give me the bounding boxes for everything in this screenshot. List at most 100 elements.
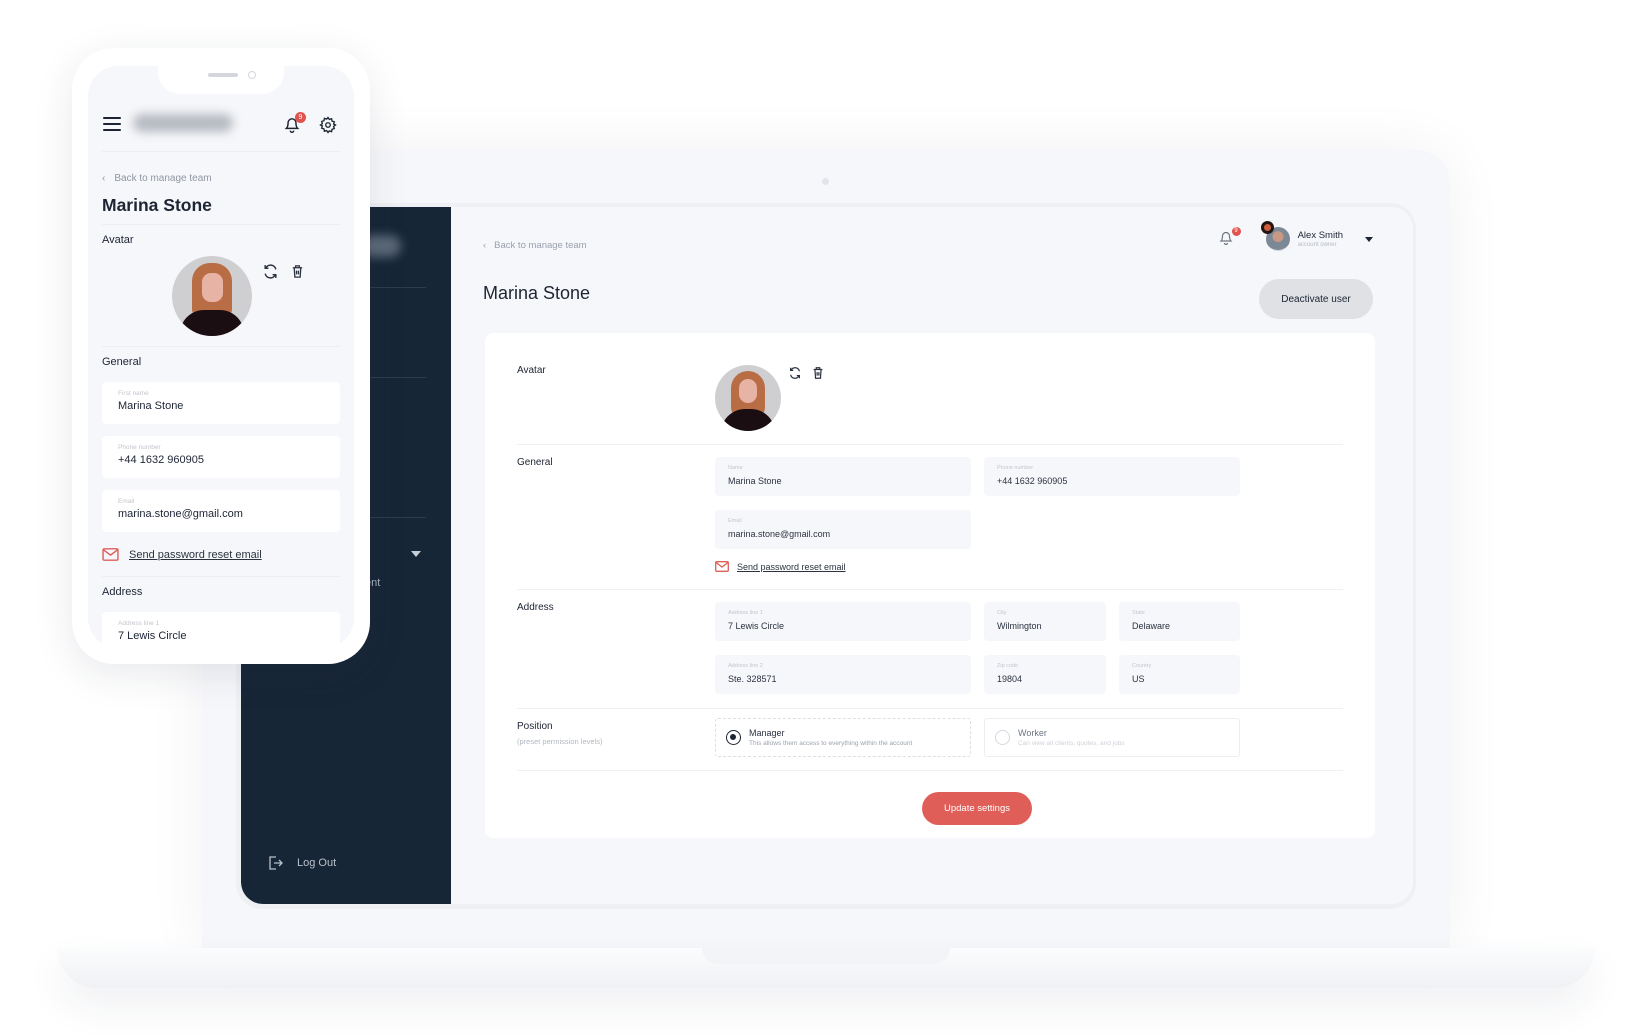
address-line2-field[interactable]: Address line 2 Ste. 328571 <box>715 655 971 694</box>
mail-icon <box>715 561 729 572</box>
chevron-down-icon[interactable] <box>411 551 421 557</box>
option-description: Can view all clients, quotes, and jobs <box>1018 740 1125 747</box>
field-label: Email <box>118 498 135 505</box>
field-value: marina.stone@gmail.com <box>728 529 831 539</box>
option-title: Manager <box>749 728 785 738</box>
mobile-section-avatar: Avatar <box>102 234 134 246</box>
section-position-label: Position <box>517 721 553 732</box>
refresh-icon <box>790 367 800 379</box>
country-field[interactable]: Country US <box>1119 655 1240 694</box>
field-label: First name <box>118 390 149 397</box>
mobile-send-password-reset-link[interactable]: Send password reset email <box>102 548 262 561</box>
update-settings-button[interactable]: Update settings <box>922 792 1032 825</box>
phone-frame: 9 ‹ Back to manage team Marina Stone Ava… <box>72 48 370 664</box>
notification-badge: 9 <box>295 112 306 123</box>
reset-link-label: Send password reset email <box>129 548 262 561</box>
back-link[interactable]: ‹ Back to manage team <box>483 240 587 251</box>
field-value: Wilmington <box>997 621 1042 631</box>
field-label: Email <box>728 518 742 524</box>
option-description: This allows them access to everything wi… <box>749 740 913 747</box>
field-label: Phone number <box>997 465 1034 471</box>
field-label: City <box>997 610 1007 616</box>
app-logo <box>133 114 233 132</box>
mobile-delete-avatar-button[interactable] <box>288 261 306 281</box>
name-field[interactable]: Name Marina Stone <box>715 457 971 496</box>
field-value: Marina Stone <box>728 476 782 486</box>
email-field[interactable]: Email marina.stone@gmail.com <box>715 510 971 549</box>
mobile-first-name-field[interactable]: First name Marina Stone <box>102 382 340 424</box>
mobile-section-address: Address <box>102 586 143 598</box>
field-label: Phone number <box>118 444 161 451</box>
mobile-user-avatar <box>172 256 252 336</box>
field-label: Address line 1 <box>728 610 763 616</box>
field-value: +44 1632 960905 <box>997 476 1068 486</box>
mobile-replace-avatar-button[interactable] <box>260 261 280 281</box>
field-value: marina.stone@gmail.com <box>118 508 243 520</box>
caret-down-icon[interactable] <box>1365 236 1373 242</box>
main-content: ‹ Back to manage team Marina Stone 9 Ale… <box>451 207 1413 904</box>
field-value: Marina Stone <box>118 400 184 412</box>
back-link-label: Back to manage team <box>494 240 587 251</box>
mail-icon <box>102 548 119 561</box>
header-divider <box>102 151 340 152</box>
user-role: account owner <box>1297 242 1337 248</box>
user-avatar <box>1260 221 1290 251</box>
logout-icon <box>269 856 283 870</box>
user-menu[interactable]: Alex Smith account owner <box>1260 221 1373 251</box>
radio-selected[interactable] <box>726 730 741 745</box>
delete-avatar-button[interactable] <box>810 365 826 381</box>
field-label: Country <box>1132 663 1152 669</box>
section-general-label: General <box>517 457 553 468</box>
send-password-reset-link[interactable]: Send password reset email <box>715 561 846 572</box>
mobile-back-link[interactable]: ‹ Back to manage team <box>102 173 212 184</box>
section-divider <box>517 770 1343 771</box>
field-label: Zip code <box>997 663 1019 669</box>
user-settings-card: Avatar General Name Marina Stone Phone n… <box>485 333 1375 838</box>
header-actions: 9 Alex Smith account owner <box>1218 221 1373 251</box>
mobile-email-field[interactable]: Email marina.stone@gmail.com <box>102 490 340 532</box>
refresh-icon <box>263 263 277 279</box>
field-value: 7 Lewis Circle <box>118 630 187 642</box>
section-divider <box>517 708 1343 709</box>
field-label: Name <box>728 465 743 471</box>
field-value: Ste. 328571 <box>728 674 777 684</box>
section-divider <box>102 224 340 225</box>
settings-button[interactable] <box>319 116 337 134</box>
logout-button[interactable]: Log Out <box>267 855 336 871</box>
phone-field[interactable]: Phone number +44 1632 960905 <box>984 457 1240 496</box>
page-title: Marina Stone <box>483 283 591 303</box>
mobile-address-line1-field[interactable]: Address line 1 7 Lewis Circle <box>102 612 340 648</box>
notifications-button[interactable]: 9 <box>1218 227 1241 248</box>
reset-link-label: Send password reset email <box>737 561 846 572</box>
phone-speaker <box>208 73 238 77</box>
option-title: Worker <box>1018 728 1047 738</box>
state-field[interactable]: State Delaware <box>1119 602 1240 641</box>
user-name: Alex Smith <box>1297 230 1343 241</box>
radio-unselected[interactable] <box>995 730 1010 745</box>
status-ring-icon <box>1260 221 1274 234</box>
laptop-camera <box>822 178 829 185</box>
mobile-phone-field[interactable]: Phone number +44 1632 960905 <box>102 436 340 478</box>
field-label: State <box>1132 610 1145 616</box>
replace-avatar-button[interactable] <box>787 365 803 381</box>
hamburger-menu-button[interactable] <box>103 117 121 131</box>
section-address-label: Address <box>517 602 554 613</box>
mobile-page-title: Marina Stone <box>102 195 212 215</box>
field-value: US <box>1132 674 1145 684</box>
back-link-label: Back to manage team <box>114 173 212 184</box>
mobile-notifications-button[interactable]: 9 <box>283 112 306 134</box>
zip-code-field[interactable]: Zip code 19804 <box>984 655 1106 694</box>
field-label: Address line 1 <box>118 620 160 627</box>
deactivate-user-button[interactable]: Deactivate user <box>1259 279 1373 319</box>
mobile-screen: 9 ‹ Back to manage team Marina Stone Ava… <box>88 66 354 648</box>
gear-icon <box>319 116 337 134</box>
chevron-left-icon: ‹ <box>102 173 106 184</box>
city-field[interactable]: City Wilmington <box>984 602 1106 641</box>
mobile-section-general: General <box>102 356 142 368</box>
section-divider <box>102 576 340 577</box>
position-option-worker[interactable]: Worker Can view all clients, quotes, and… <box>984 718 1240 757</box>
position-option-manager[interactable]: Manager This allows them access to every… <box>715 718 971 757</box>
phone-camera <box>248 71 256 79</box>
field-value: +44 1632 960905 <box>118 454 204 466</box>
address-line1-field[interactable]: Address line 1 7 Lewis Circle <box>715 602 971 641</box>
